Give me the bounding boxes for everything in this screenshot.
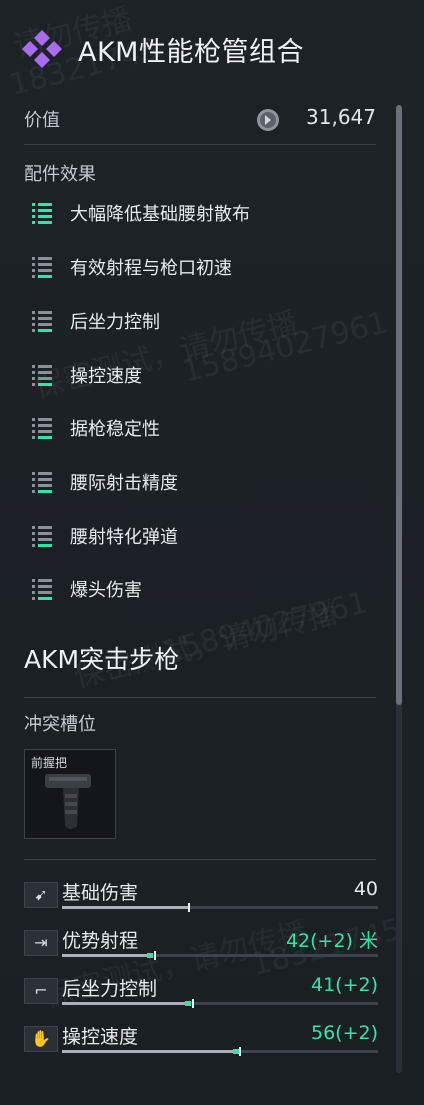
stat-name: 操控速度 [62,1026,139,1048]
scrollbar-thumb[interactable] [396,105,402,705]
foregrip-icon [45,774,91,829]
stat-value: 41(+2) [310,974,378,996]
stat-row: ➹ 基础伤害 40 [24,878,378,924]
stat-bar-fill [62,1002,185,1005]
stat-bar-delta [185,1001,191,1006]
stat-name: 优势射程 [62,930,139,952]
coin-icon [257,109,279,131]
stat-value: 40 [353,878,378,900]
weapon-title: AKM突击步枪 [24,645,180,674]
effect-item: 操控速度 [30,360,370,390]
purple-diamond-cluster-icon [22,30,62,68]
stat-bar-fill [62,954,147,957]
effect-item: 腰射特化弹道 [30,521,370,551]
effect-level-icon [32,579,52,600]
hand-icon: ✋ [24,1026,58,1052]
effect-text: 操控速度 [70,366,142,387]
effect-level-icon [32,311,52,332]
range-arrow-icon: ⇥ [24,930,58,956]
effect-level-icon [32,203,52,224]
stat-bar-marker [154,951,156,960]
effect-level-icon [32,257,52,278]
stat-row: ✋ 操控速度 56(+2) [24,1022,378,1068]
stat-name: 基础伤害 [62,882,139,904]
value-amount: 31,647 [306,105,376,129]
stat-bar-marker [188,903,190,912]
divider [24,144,376,145]
stat-bar [62,951,378,960]
value-row: 价值 31,647 [24,100,376,140]
stat-name: 后坐力控制 [62,978,158,1000]
effect-item: 爆头伤害 [30,574,370,604]
stat-bar [62,999,378,1008]
effect-item: 有效射程与枪口初速 [30,252,370,282]
stat-bar-fill [62,1050,233,1053]
damage-icon: ➹ [24,882,58,908]
effect-text: 大幅降低基础腰射散布 [70,204,250,225]
effect-text: 有效射程与枪口初速 [70,258,232,279]
effect-item: 据枪稳定性 [30,413,370,443]
value-label: 价值 [24,110,60,131]
stat-value: 56(+2) [310,1022,378,1044]
title-bar: AKM性能枪管组合 [0,0,424,98]
effect-text: 据枪稳定性 [70,419,160,440]
stat-bar [62,1047,378,1056]
effect-level-icon [32,418,52,439]
stat-bar-delta [147,953,153,958]
effect-text: 爆头伤害 [70,580,142,601]
effect-item: 后坐力控制 [30,306,370,336]
effect-text: 后坐力控制 [70,312,160,333]
effect-item: 大幅降低基础腰射散布 [30,198,370,228]
stat-bar-marker [239,1047,241,1056]
effect-level-icon [32,526,52,547]
stat-value: 42(+2) 米 [285,930,378,952]
effect-text: 腰射特化弹道 [70,527,178,548]
stat-bar [62,903,378,912]
stat-row: ⇥ 优势射程 42(+2) 米 [24,926,378,972]
conflict-slot-label: 冲突槽位 [24,714,96,735]
conflict-slot-foregrip[interactable]: 前握把 [24,749,116,839]
effect-level-icon [32,365,52,386]
divider [24,859,376,860]
effect-level-icon [32,472,52,493]
pistol-icon: ⌐ [24,978,58,1004]
effects-label: 配件效果 [24,164,96,185]
effect-item: 腰际射击精度 [30,467,370,497]
effect-text: 腰际射击精度 [70,473,178,494]
item-title: AKM性能枪管组合 [78,37,304,68]
stat-bar-fill [62,906,188,909]
stat-row: ⌐ 后坐力控制 41(+2) [24,974,378,1020]
divider [24,697,376,698]
stat-bar-marker [192,999,194,1008]
item-detail-panel: 请勿传播 18321745 保密测试，请勿传播 15894027961 保密测试… [0,0,424,1105]
